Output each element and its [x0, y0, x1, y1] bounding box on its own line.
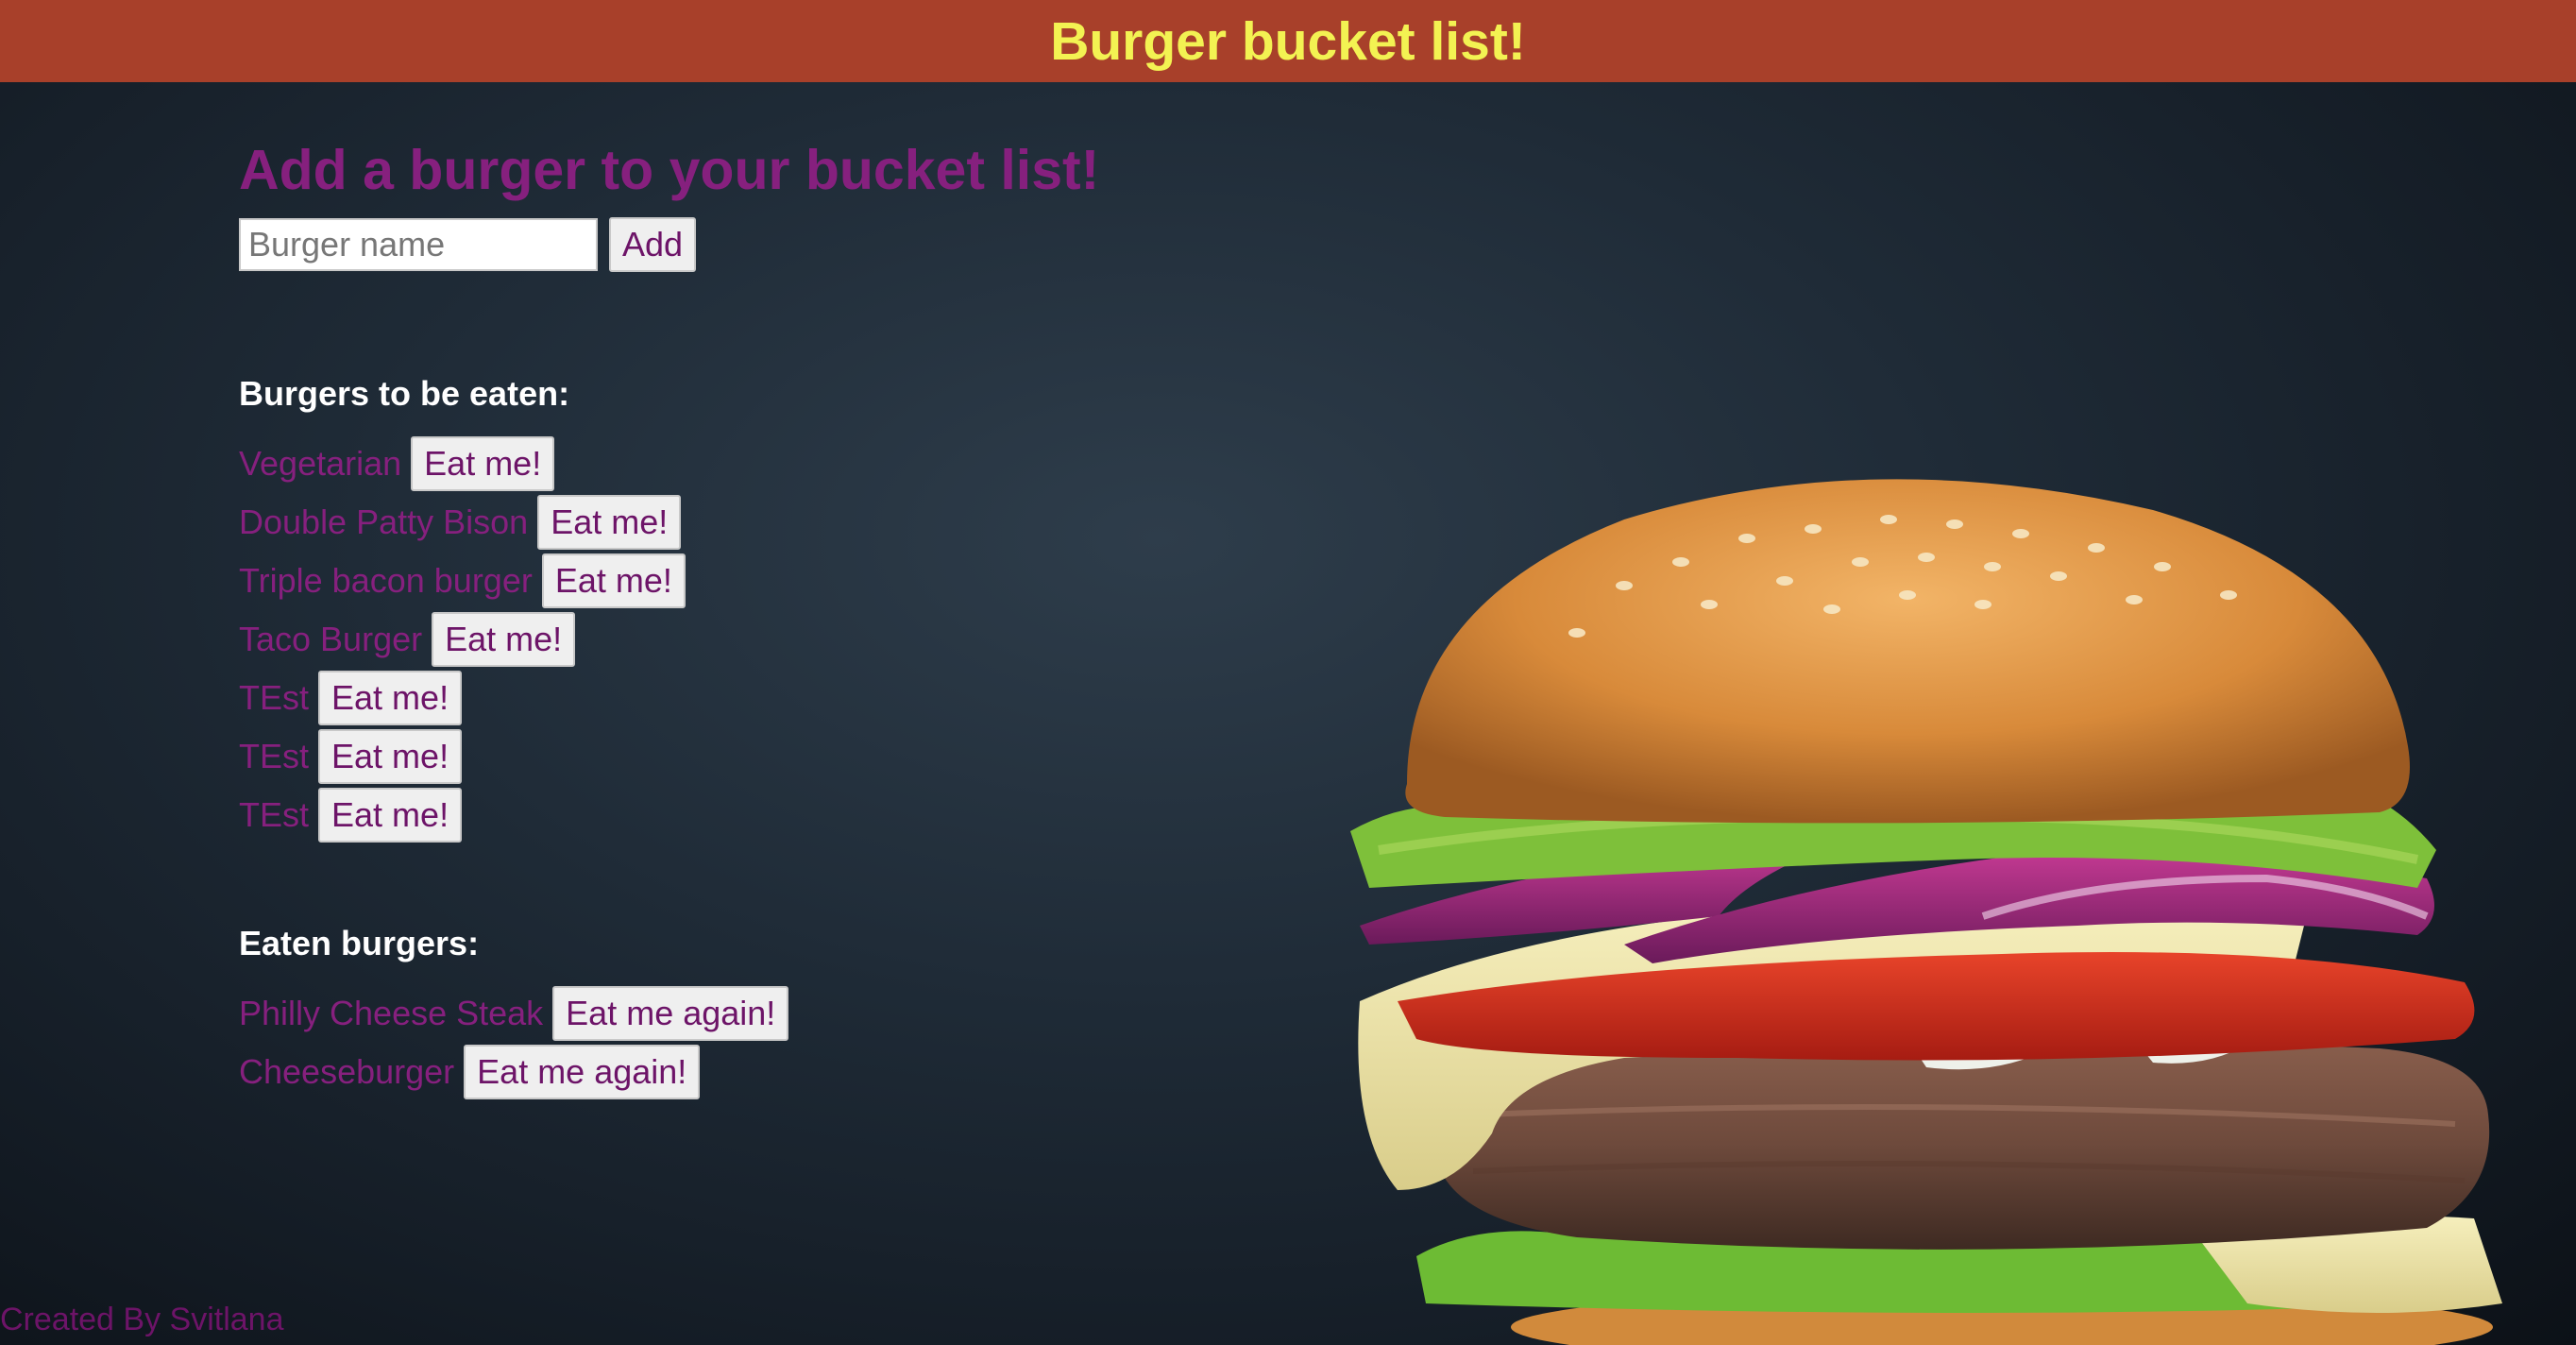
- burger-photo: [1350, 479, 2502, 1345]
- to-eat-heading: Burgers to be eaten:: [239, 374, 570, 413]
- burger-name: Double Patty Bison: [239, 502, 529, 541]
- add-burger-form: Add: [239, 217, 1278, 272]
- to-eat-list: Vegetarian Eat me! Double Patty Bison Ea…: [239, 434, 1278, 844]
- eat-me-button[interactable]: Eat me!: [318, 729, 463, 784]
- burger-name: TEst: [239, 737, 310, 775]
- list-item: Triple bacon burger Eat me!: [239, 552, 1278, 610]
- footer-credit: Created By Svitlana: [0, 1302, 284, 1337]
- eat-me-button[interactable]: Eat me!: [411, 436, 555, 491]
- eat-again-button[interactable]: Eat me again!: [552, 986, 789, 1041]
- burger-name: Vegetarian: [239, 444, 402, 483]
- list-item: TEst Eat me!: [239, 669, 1278, 727]
- burger-name: Taco Burger: [239, 620, 423, 658]
- list-item: Cheeseburger Eat me again!: [239, 1043, 1278, 1101]
- eat-again-button[interactable]: Eat me again!: [464, 1045, 701, 1099]
- burger-name: Cheeseburger: [239, 1052, 455, 1091]
- burger-name: Philly Cheese Steak: [239, 994, 544, 1032]
- list-item: TEst Eat me!: [239, 727, 1278, 786]
- add-burger-heading: Add a burger to your bucket list!: [239, 139, 1100, 201]
- list-item: TEst Eat me!: [239, 786, 1278, 844]
- page-title: Burger bucket list!: [1050, 10, 1526, 72]
- burger-name: TEst: [239, 795, 310, 834]
- burger-name: Triple bacon burger: [239, 561, 533, 600]
- eat-me-button[interactable]: Eat me!: [318, 788, 463, 843]
- main-content: Add a burger to your bucket list! Add Bu…: [239, 132, 1278, 1101]
- eat-me-button[interactable]: Eat me!: [541, 553, 686, 608]
- add-button[interactable]: Add: [609, 217, 697, 272]
- list-item: Taco Burger Eat me!: [239, 610, 1278, 669]
- list-item: Vegetarian Eat me!: [239, 434, 1278, 493]
- list-item: Philly Cheese Steak Eat me again!: [239, 984, 1278, 1043]
- eat-me-button[interactable]: Eat me!: [432, 612, 576, 667]
- burger-name: TEst: [239, 678, 310, 717]
- eaten-heading: Eaten burgers:: [239, 924, 480, 962]
- page-header: Burger bucket list!: [0, 0, 2576, 82]
- burger-name-input[interactable]: [239, 218, 598, 271]
- eaten-list: Philly Cheese Steak Eat me again! Cheese…: [239, 984, 1278, 1101]
- eat-me-button[interactable]: Eat me!: [318, 671, 463, 725]
- list-item: Double Patty Bison Eat me!: [239, 493, 1278, 552]
- eat-me-button[interactable]: Eat me!: [537, 495, 682, 550]
